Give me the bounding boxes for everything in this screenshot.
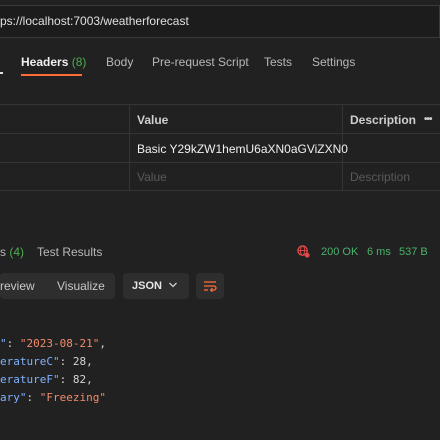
chevron-down-icon <box>169 282 177 288</box>
json-punct: , <box>99 337 106 350</box>
tab-pre-request-script[interactable]: Pre-request Script <box>152 53 249 71</box>
json-punct: , <box>86 373 93 386</box>
tab-headers-label: Headers <box>21 55 69 69</box>
response-size[interactable]: 537 B <box>399 244 428 260</box>
tab-test-results[interactable]: Test Results <box>37 244 102 260</box>
tab-settings[interactable]: Settings <box>312 53 355 71</box>
header-value-cell[interactable]: Basic Y29kZW1hemU6aXN0aGViZXN0 <box>137 142 348 156</box>
table-border <box>0 133 440 134</box>
table-border <box>0 104 440 105</box>
json-value: 28 <box>72 355 87 368</box>
column-header-description: Description <box>350 113 417 127</box>
table-border <box>0 190 440 191</box>
column-options-button[interactable]: ••• <box>424 114 432 125</box>
json-line: ": "2023-08-21", <box>0 335 106 353</box>
url-input[interactable]: ps://localhost:7003/weatherforecast <box>0 14 189 28</box>
json-punct: : <box>6 337 20 350</box>
json-key: eratureC" <box>0 355 60 368</box>
json-value: "2023-08-21" <box>19 337 100 350</box>
active-tab-indicator <box>21 74 82 76</box>
column-divider <box>129 104 130 191</box>
tab-response-headers-label: s <box>0 245 6 259</box>
table-border <box>0 162 440 163</box>
tab-tests[interactable]: Tests <box>264 53 292 71</box>
tab-response-headers-count: (4) <box>9 245 25 259</box>
headers-table: Value Description ••• Basic Y29kZW1hemU6… <box>0 104 440 191</box>
status-code[interactable]: 200 OK <box>321 244 358 260</box>
format-select-value: JSON <box>132 280 162 292</box>
new-header-description-input[interactable]: Description <box>350 170 410 184</box>
tab-body[interactable]: Body <box>106 53 133 71</box>
json-punct: : <box>59 355 73 368</box>
json-value: 82 <box>72 373 87 386</box>
response-time[interactable]: 6 ms <box>367 244 391 260</box>
json-key: ary" <box>0 391 27 404</box>
json-key: " <box>0 337 7 350</box>
new-header-value-input[interactable]: Value <box>137 170 167 184</box>
view-mode-visualize[interactable]: Visualize <box>57 279 105 293</box>
tab-headers[interactable]: Headers (8) <box>21 53 86 71</box>
globe-icon[interactable] <box>297 245 310 258</box>
json-key: eratureF" <box>0 373 60 386</box>
wrap-lines-icon <box>204 281 217 292</box>
tab-partial-underline <box>0 72 3 74</box>
tab-headers-count: (8) <box>71 55 87 69</box>
json-punct: : <box>26 391 40 404</box>
json-line: eratureC": 28, <box>0 353 106 371</box>
tab-response-headers[interactable]: s (4) <box>0 244 24 260</box>
json-line: eratureF": 82, <box>0 371 106 389</box>
column-header-value: Value <box>137 113 169 127</box>
json-punct: : <box>59 373 73 386</box>
response-body[interactable]: ": "2023-08-21", eratureC": 28, eratureF":… <box>0 335 106 407</box>
view-mode-preview[interactable]: review <box>0 279 35 293</box>
json-punct: , <box>86 355 93 368</box>
json-line: ary": "Freezing" <box>0 389 106 407</box>
json-value: "Freezing" <box>39 391 106 404</box>
